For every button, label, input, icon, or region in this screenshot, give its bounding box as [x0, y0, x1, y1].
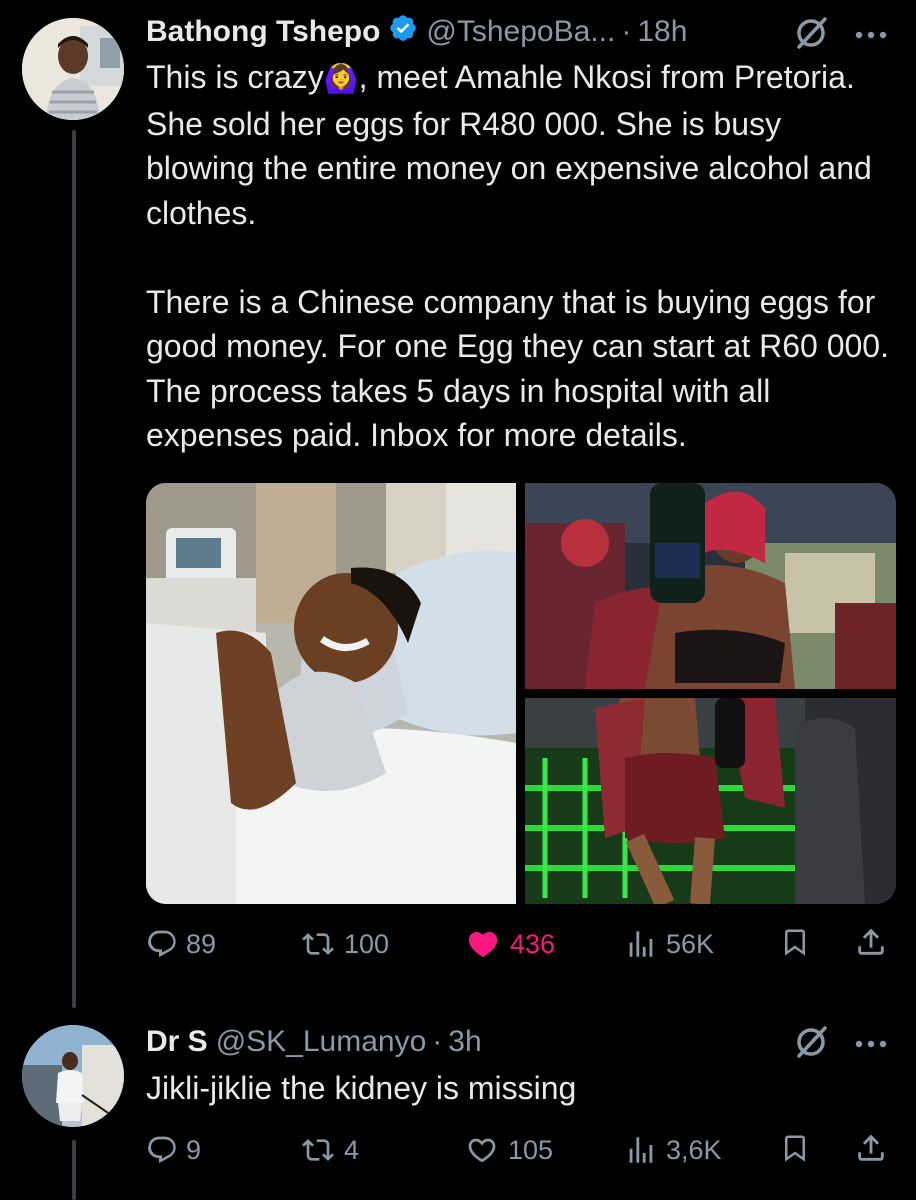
bookmark-icon — [780, 929, 810, 963]
author-name[interactable]: Bathong Tshepo — [146, 15, 380, 49]
tweet-paragraph: This is crazy🙆‍♀️, meet Amahle Nkosi fro… — [146, 55, 896, 235]
repost-count: 100 — [344, 928, 390, 959]
reply-button[interactable]: 89 — [146, 928, 216, 960]
share-icon — [854, 928, 888, 963]
timestamp[interactable]: 18h — [637, 15, 687, 49]
separator: · — [621, 15, 632, 48]
bookmark-button[interactable] — [780, 925, 810, 964]
tweet-text: This is crazy🙆‍♀️, meet Amahle Nkosi fro… — [146, 55, 896, 458]
grok-icon[interactable] — [794, 1025, 828, 1064]
reply-count: 89 — [186, 928, 217, 959]
media-grid — [146, 483, 896, 904]
avatar[interactable] — [22, 1025, 124, 1127]
thread-line — [72, 130, 76, 1008]
timestamp[interactable]: 3h — [448, 1025, 481, 1059]
reply-count: 9 — [186, 1134, 202, 1165]
like-count: 105 — [508, 1134, 554, 1165]
media-photo-club[interactable] — [525, 698, 896, 904]
author-handle[interactable]: @TshepoBa... — [426, 15, 615, 49]
tweet-paragraph: Jikli-jiklie the kidney is missing — [146, 1070, 577, 1106]
repost-icon — [300, 1134, 336, 1166]
like-count: 436 — [510, 928, 556, 959]
avatar[interactable] — [22, 18, 124, 120]
views-count: 56K — [666, 928, 715, 959]
gesture-ok-emoji: 🙆‍♀️ — [323, 63, 359, 94]
bookmark-button[interactable] — [780, 1131, 810, 1170]
reply-icon — [146, 928, 178, 960]
media-photo-party[interactable] — [525, 483, 896, 689]
views-icon — [624, 1133, 658, 1167]
views-icon — [624, 927, 658, 961]
repost-button[interactable]: 100 — [300, 928, 389, 960]
tweet-top-icons — [794, 1025, 888, 1064]
like-button[interactable]: 105 — [464, 1134, 553, 1166]
heart-icon — [464, 1134, 500, 1166]
more-icon[interactable] — [854, 27, 888, 45]
tweet-top-icons — [794, 16, 888, 55]
repost-button[interactable]: 4 — [300, 1134, 359, 1166]
repost-count: 4 — [344, 1134, 360, 1165]
reply-button[interactable]: 9 — [146, 1134, 201, 1166]
tweet-header: Dr S @SK_Lumanyo · 3h — [146, 1022, 482, 1062]
views-count: 3,6K — [666, 1134, 722, 1165]
reply-icon — [146, 1134, 178, 1166]
thread-line — [72, 1140, 76, 1200]
author-name[interactable]: Dr S — [146, 1025, 208, 1059]
tweet-header: Bathong Tshepo @TshepoBa... · 18h — [146, 12, 687, 52]
views-button[interactable]: 3,6K — [624, 1133, 722, 1167]
author-handle[interactable]: @SK_Lumanyo — [216, 1025, 427, 1059]
grok-icon[interactable] — [794, 16, 828, 55]
verified-badge-icon — [388, 13, 418, 51]
repost-icon — [300, 928, 336, 960]
tweet-paragraph: There is a Chinese company that is buyin… — [146, 283, 889, 454]
tweet-actions: 9 4 105 3,6K — [146, 1128, 896, 1172]
share-button[interactable] — [854, 1131, 888, 1170]
like-button[interactable]: 436 — [464, 927, 555, 961]
separator: · — [432, 1025, 443, 1058]
views-button[interactable]: 56K — [624, 927, 714, 961]
tweet-text-segment: This is crazy — [146, 59, 324, 95]
heart-icon — [464, 927, 502, 961]
more-icon[interactable] — [854, 1036, 888, 1054]
bookmark-icon — [780, 1135, 810, 1169]
tweet-actions: 89 100 436 56K — [146, 922, 896, 966]
tweet-text: Jikli-jiklie the kidney is missing — [146, 1066, 896, 1111]
media-photo-hospital[interactable] — [146, 483, 516, 904]
share-icon — [854, 1134, 888, 1169]
share-button[interactable] — [854, 925, 888, 964]
